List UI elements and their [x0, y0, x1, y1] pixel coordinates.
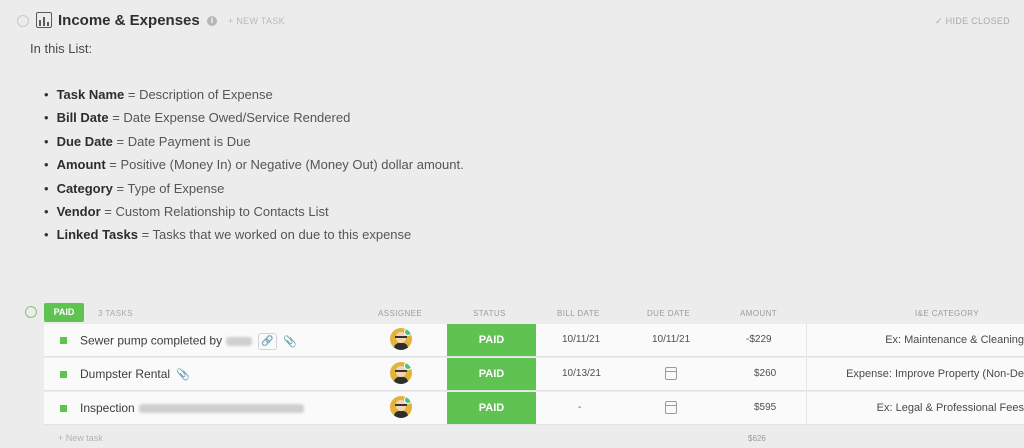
task-name[interactable]: Sewer pump completed by	[80, 334, 222, 348]
description-item: Task Name = Description of Expense	[44, 86, 464, 109]
description-text: = Date Payment is Due	[112, 133, 251, 149]
amount-cell[interactable]: $260	[754, 368, 776, 379]
column-header-assignee[interactable]: ASSIGNEE	[378, 309, 422, 318]
task-name-cell[interactable]: Sewer pump completed by 🔗 📎	[80, 333, 297, 350]
description-item: Category = Type of Expense	[44, 180, 464, 203]
description-term: Bill Date	[56, 110, 109, 126]
description-term: Due Date	[56, 133, 113, 149]
assignee-avatar[interactable]	[390, 328, 412, 350]
column-divider	[806, 392, 807, 424]
calendar-icon[interactable]	[665, 401, 677, 414]
list-description-intro: In this List:	[30, 41, 93, 56]
column-divider	[806, 358, 807, 390]
description-item: Vendor = Custom Relationship to Contacts…	[44, 203, 464, 226]
description-text: = Positive (Money In) or Negative (Money…	[105, 157, 464, 173]
amount-sum: $626	[748, 434, 766, 443]
hide-closed-toggle[interactable]: ✓ HIDE CLOSED	[935, 16, 1010, 27]
list-title: Income & Expenses	[58, 12, 200, 29]
column-header-category[interactable]: I&E CATEGORY	[915, 309, 979, 318]
description-item: Due Date = Date Payment is Due	[44, 133, 464, 156]
column-header-bill-date[interactable]: BILL DATE	[557, 309, 600, 318]
calendar-icon[interactable]	[665, 367, 677, 380]
description-term: Category	[56, 180, 113, 196]
description-text: = Date Expense Owed/Service Rendered	[108, 110, 351, 126]
description-item: Bill Date = Date Expense Owed/Service Re…	[44, 109, 464, 132]
column-header-amount[interactable]: AMOUNT	[740, 309, 777, 318]
redacted-text	[138, 404, 304, 414]
description-text: = Tasks that we worked on due to this ex…	[137, 227, 412, 243]
bill-date-cell[interactable]: 10/13/21	[562, 368, 601, 379]
new-task-button[interactable]: + New task	[58, 433, 103, 443]
attachment-icon[interactable]: 📎	[176, 368, 190, 381]
link-icon[interactable]: 🔗	[258, 333, 278, 350]
task-status-cell[interactable]: PAID	[447, 392, 536, 424]
due-date-cell[interactable]: 10/11/21	[652, 334, 690, 345]
task-name[interactable]: Dumpster Rental	[80, 367, 170, 381]
bill-date-cell[interactable]: 10/11/21	[562, 334, 600, 345]
description-text: = Type of Expense	[112, 180, 225, 196]
description-term: Linked Tasks	[56, 227, 138, 243]
bar-chart-icon	[36, 12, 52, 28]
task-name-cell[interactable]: Inspection	[80, 401, 304, 415]
task-row[interactable]: Inspection PAID - $595 Ex: Legal & Profe…	[44, 392, 1024, 425]
column-header-due-date[interactable]: DUE DATE	[647, 309, 690, 318]
assignee-avatar[interactable]	[390, 396, 412, 418]
category-cell[interactable]: Expense: Improve Property (Non-De	[810, 368, 1024, 380]
redacted-text	[226, 337, 253, 346]
task-status-cell[interactable]: PAID	[447, 358, 536, 390]
description-text: = Description of Expense	[124, 87, 273, 102]
task-count: 3 TASKS	[98, 309, 133, 318]
amount-cell[interactable]: $595	[754, 402, 776, 413]
bill-date-cell[interactable]: -	[578, 402, 581, 413]
task-row[interactable]: Dumpster Rental 📎 PAID 10/13/21 $260 Expe…	[44, 358, 1024, 391]
amount-cell[interactable]: -$229	[746, 334, 772, 345]
column-divider	[806, 324, 807, 356]
task-status-square-icon[interactable]	[60, 371, 67, 378]
description-item: Linked Tasks = Tasks that we worked on d…	[44, 226, 464, 249]
column-header-status[interactable]: STATUS	[473, 309, 506, 318]
group-collapse-icon[interactable]	[25, 306, 37, 318]
list-description: Task Name = Description of Expense Bill …	[44, 86, 464, 250]
attachment-icon[interactable]: 📎	[283, 335, 297, 348]
description-item: Amount = Positive (Money In) or Negative…	[44, 156, 464, 179]
task-name-cell[interactable]: Dumpster Rental 📎	[80, 367, 190, 381]
group-status-badge[interactable]: PAID	[44, 303, 84, 322]
assignee-avatar[interactable]	[390, 362, 412, 384]
category-cell[interactable]: Ex: Maintenance & Cleaning	[810, 334, 1024, 346]
collapse-toggle-icon[interactable]	[17, 15, 29, 27]
task-status-cell[interactable]: PAID	[447, 324, 536, 356]
task-name[interactable]: Inspection	[80, 401, 135, 415]
description-text: = Custom Relationship to Contacts List	[100, 203, 329, 219]
category-cell[interactable]: Ex: Legal & Professional Fees	[810, 402, 1024, 414]
task-row[interactable]: Sewer pump completed by 🔗 📎 PAID 10/11/21 …	[44, 324, 1024, 357]
description-term: Task Name	[56, 87, 125, 102]
description-term: Amount	[56, 157, 106, 173]
info-icon[interactable]: i	[207, 16, 217, 26]
description-term: Vendor	[56, 203, 101, 219]
list-header: Income & Expenses i + NEW TASK ✓ HIDE CL…	[0, 0, 1024, 40]
task-status-square-icon[interactable]	[60, 405, 67, 412]
task-status-square-icon[interactable]	[60, 337, 67, 344]
new-task-link[interactable]: + NEW TASK	[228, 16, 285, 26]
